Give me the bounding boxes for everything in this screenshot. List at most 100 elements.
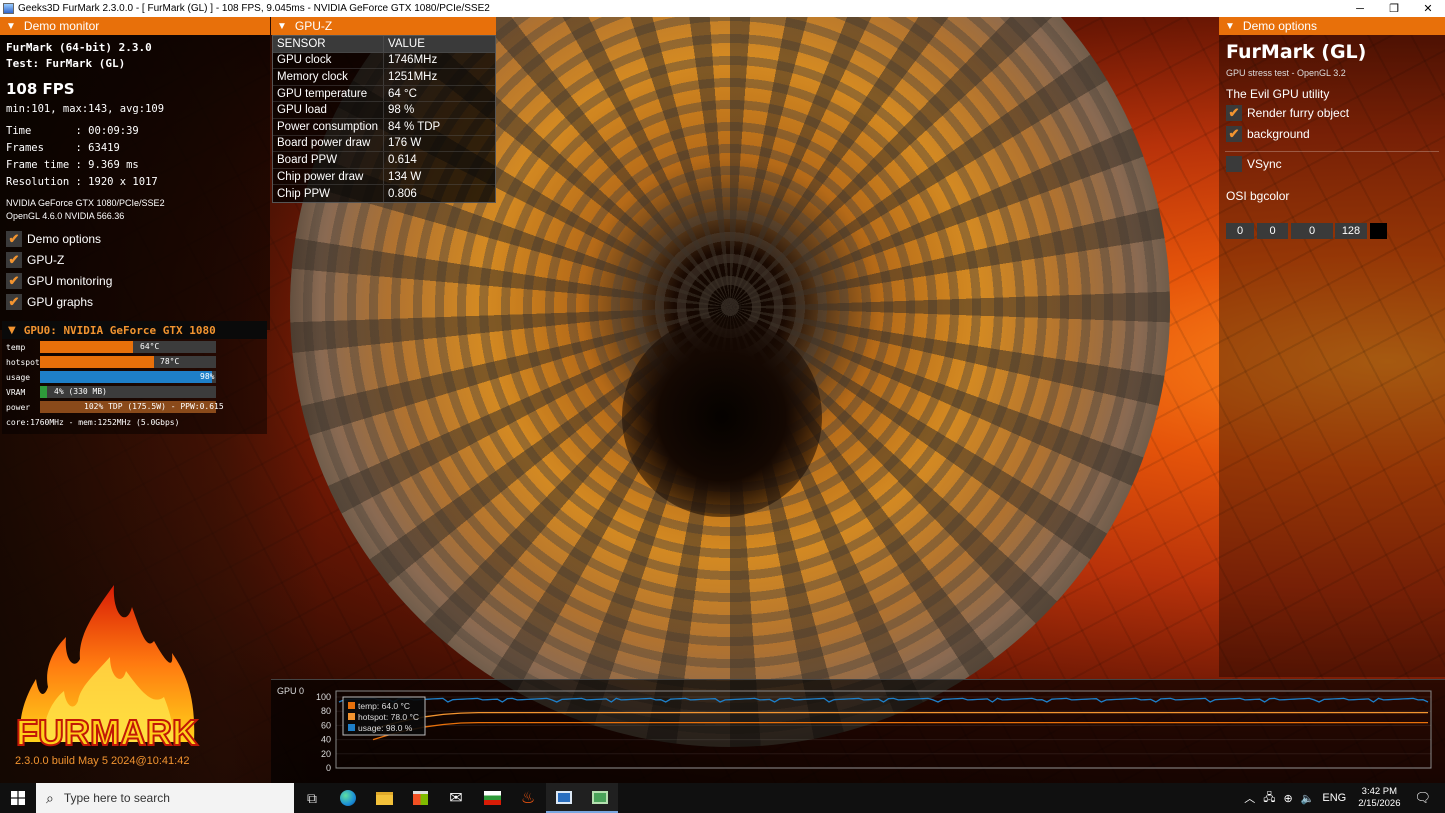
gpuz-sensor-table: SENSOR VALUE GPU clock 1746MHz Memory clo… xyxy=(272,35,496,203)
collapse-triangle-icon: ▼ xyxy=(277,20,287,32)
checkbox-icon[interactable]: ✔ xyxy=(6,273,22,289)
bgcolor-r-field[interactable]: 0 xyxy=(1226,223,1254,239)
frame-time-readout: Frame time : 9.369 ms xyxy=(6,159,139,171)
y-tick-label: 40 xyxy=(321,735,331,745)
window-titlebar: Geeks3D FurMark 2.3.0.0 - [ FurMark (GL)… xyxy=(0,0,1445,17)
sensor-name: Power consumption xyxy=(277,120,378,133)
collapse-triangle-icon: ▼ xyxy=(6,20,16,32)
temp-bar-text: 64°C xyxy=(140,342,160,351)
toggle-label: GPU-Z xyxy=(27,253,65,267)
globe-icon[interactable]: ⊕ xyxy=(1283,792,1292,805)
demo-options-header[interactable]: ▼ Demo options xyxy=(1219,17,1445,35)
sensor-value: 134 W xyxy=(383,168,495,185)
search-icon: ⌕ xyxy=(46,789,54,806)
checkbox-icon[interactable]: ✔ xyxy=(6,252,22,268)
minimize-button[interactable]: ─ xyxy=(1343,3,1377,15)
sensor-value: 98 % xyxy=(383,102,495,118)
col-sensor: SENSOR xyxy=(277,37,326,50)
graph-legend: temp: 64.0 °C hotspot: 78.0 °C usage: 98… xyxy=(342,696,426,736)
option-background[interactable]: ✔ background xyxy=(1226,126,1310,142)
network-icon[interactable]: 🖧 xyxy=(1263,789,1275,808)
windows-taskbar: ⌕ Type here to search ⧉ ✉ ♨ ︿ 🖧 ⊕ 🔈 ENG … xyxy=(0,783,1445,813)
frames-readout: Frames : 63419 xyxy=(6,142,120,154)
sensor-value: 64 °C xyxy=(383,85,495,102)
edge-icon[interactable] xyxy=(330,783,366,813)
legend-hotspot: hotspot: 78.0 °C xyxy=(358,712,419,722)
gpu0-header[interactable]: ▼ GPU0: NVIDIA GeForce GTX 1080 xyxy=(2,321,267,339)
power-bar: 102% TDP (175.5W) - PPW:0.615 xyxy=(40,401,224,413)
sensor-name: Chip PPW xyxy=(277,187,331,200)
bgcolor-g-field[interactable]: 0 xyxy=(1257,223,1288,239)
demo-options-title: Demo options xyxy=(1242,19,1317,33)
legend-swatch-hotspot xyxy=(348,713,355,720)
sensor-name: Memory clock xyxy=(277,70,348,83)
demo-subtitle: GPU stress test - OpenGL 3.2 xyxy=(1226,68,1346,78)
toggle-gpu-graphs[interactable]: ✔ GPU graphs xyxy=(6,294,93,310)
sensor-value: 0.806 xyxy=(383,185,495,202)
sensor-value: 176 W xyxy=(383,135,495,152)
demo-monitor-header[interactable]: ▼ Demo monitor xyxy=(0,17,270,35)
legend-swatch-temp xyxy=(348,702,355,709)
chevron-up-icon[interactable]: ︿ xyxy=(1244,790,1255,806)
restore-button[interactable]: ❐ xyxy=(1377,2,1411,15)
mail-icon[interactable]: ✉ xyxy=(438,783,474,813)
legend-temp: temp: 64.0 °C xyxy=(358,701,410,711)
bgcolor-a-field[interactable]: 128 xyxy=(1335,223,1367,239)
demo-options-panel: ▼ Demo options FurMark (GL) GPU stress t… xyxy=(1219,17,1445,677)
option-vsync[interactable]: ✔ VSync xyxy=(1226,156,1282,172)
fps-readout: 108 FPS xyxy=(6,80,75,98)
gpuz-header[interactable]: ▼ GPU-Z xyxy=(271,17,496,35)
gpu-shark-taskbar-icon[interactable] xyxy=(582,783,618,813)
divider xyxy=(1225,151,1439,152)
file-explorer-icon[interactable] xyxy=(366,783,402,813)
start-button[interactable] xyxy=(0,783,36,813)
bgcolor-label: OSI bgcolor xyxy=(1226,189,1290,203)
toggle-gpu-z[interactable]: ✔ GPU-Z xyxy=(6,252,64,268)
volume-icon[interactable]: 🔈 xyxy=(1301,792,1315,805)
sensor-name: Board power draw xyxy=(277,137,371,150)
toggle-gpu-monitoring[interactable]: ✔ GPU monitoring xyxy=(6,273,112,289)
time-readout: Time : 00:09:39 xyxy=(6,125,139,137)
checkbox-icon[interactable]: ✔ xyxy=(1226,105,1242,121)
sensor-name: GPU clock xyxy=(277,54,332,67)
graph-title: GPU 0 xyxy=(277,686,304,696)
table-row: Board PPW 0.614 xyxy=(273,152,495,169)
bar-label-power: power xyxy=(6,403,31,412)
language-indicator[interactable]: ENG xyxy=(1322,792,1346,804)
furmark-taskbar-icon[interactable]: ♨ xyxy=(510,783,546,813)
close-button[interactable]: ✕ xyxy=(1411,2,1445,15)
toggle-demo-options[interactable]: ✔ Demo options xyxy=(6,231,101,247)
sensor-value: 84 % TDP xyxy=(383,118,495,135)
bgcolor-b-field[interactable]: 0 xyxy=(1291,223,1333,239)
geeks3d-taskbar-icon[interactable] xyxy=(546,783,582,813)
store-icon[interactable] xyxy=(402,783,438,813)
toggle-label: GPU monitoring xyxy=(27,274,113,288)
opengl-info: OpenGL 4.6.0 NVIDIA 566.36 xyxy=(6,211,125,221)
sensor-value: 1251MHz xyxy=(383,69,495,85)
hotspot-series-line xyxy=(372,711,1428,730)
vram-bar-fill xyxy=(40,386,48,398)
notification-icon[interactable]: 🗨 xyxy=(1414,790,1431,806)
task-view-icon[interactable]: ⧉ xyxy=(294,783,330,813)
test-name: Test: FurMark (GL) xyxy=(6,57,126,70)
power-bar-text: 102% TDP (175.5W) - PPW:0.615 xyxy=(84,402,224,411)
checkbox-icon[interactable]: ✔ xyxy=(6,231,22,247)
collapse-triangle-icon: ▼ xyxy=(8,324,16,336)
table-row: GPU temperature 64 °C xyxy=(273,85,495,103)
option-render-furry-object[interactable]: ✔ Render furry object xyxy=(1226,105,1349,121)
checkbox-icon[interactable]: ✔ xyxy=(6,294,22,310)
bgcolor-swatch[interactable] xyxy=(1370,223,1387,239)
hotspot-bar-fill xyxy=(40,356,155,368)
clock[interactable]: 3:42 PM 2/15/2026 xyxy=(1358,786,1400,810)
search-placeholder: Type here to search xyxy=(63,791,170,805)
gpu0-body: temp 64°C hotspot 78°C usage 98% VRAM 4%… xyxy=(2,339,267,434)
checkbox-icon[interactable]: ✔ xyxy=(1226,126,1242,142)
demo-title: FurMark (GL) xyxy=(1226,41,1367,63)
taskbar-search[interactable]: ⌕ Type here to search xyxy=(36,783,294,813)
app-icon xyxy=(3,3,14,14)
renderer-info: NVIDIA GeForce GTX 1080/PCIe/SSE2 xyxy=(6,198,165,208)
legend-swatch-usage xyxy=(348,724,355,731)
app-icon-flag[interactable] xyxy=(474,783,510,813)
checkbox-icon[interactable]: ✔ xyxy=(1226,156,1242,172)
usage-series-line xyxy=(338,697,1429,703)
